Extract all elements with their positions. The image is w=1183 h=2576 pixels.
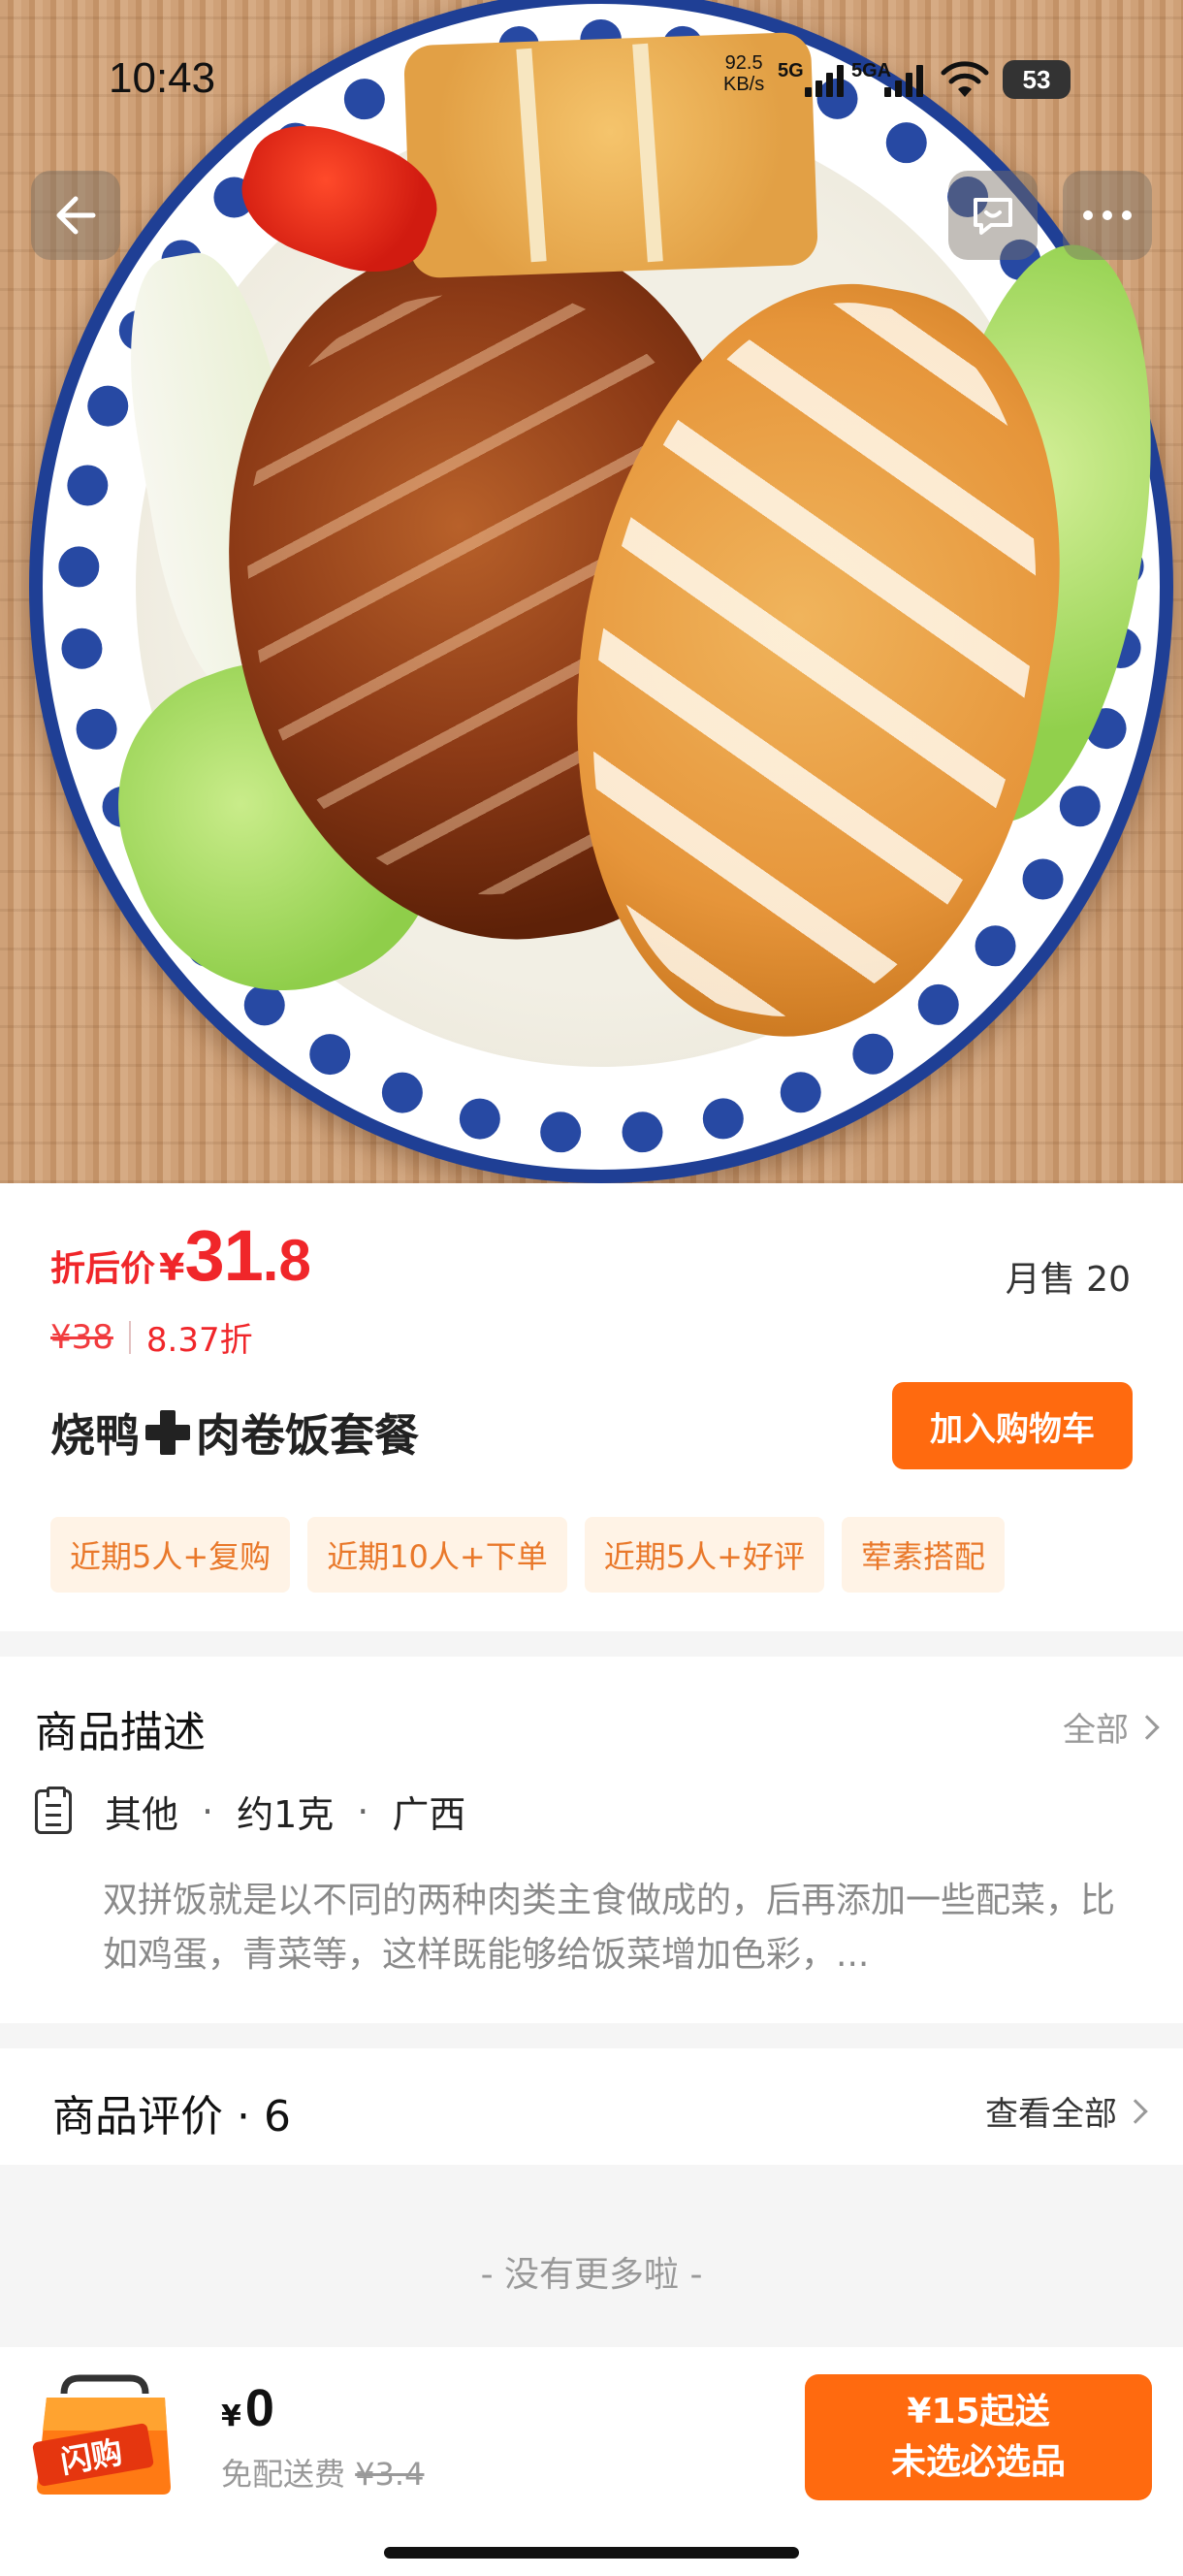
delivery-old-fee: ¥3.4 <box>355 2456 425 2493</box>
sim1-label: 5G <box>778 60 804 81</box>
description-all-link[interactable]: 全部 <box>1063 1703 1160 1751</box>
status-bar: 10:43 92.5 KB/s 5G 5GA 53 <box>0 0 1183 165</box>
back-button[interactable] <box>31 171 120 260</box>
spec-dot: · <box>357 1789 369 1833</box>
title-part-1: 烧鸭 <box>50 1409 140 1462</box>
tag: 近期5人+复购 <box>50 1517 291 1593</box>
description-title: 商品描述 <box>35 1708 206 1757</box>
divider <box>128 1320 131 1354</box>
battery-icon: 53 <box>1003 60 1071 99</box>
spec-origin: 广西 <box>392 1793 466 1836</box>
price-integer: 31 <box>184 1215 263 1296</box>
original-price-row: ¥38 8.37折 <box>50 1313 253 1361</box>
more-button[interactable] <box>1063 171 1152 260</box>
clipboard-icon <box>35 1786 72 1834</box>
reviews-view-all-link[interactable]: 查看全部 <box>985 2087 1148 2135</box>
chevron-right-icon <box>1135 1714 1160 1740</box>
cart-total-value: 0 <box>244 2379 274 2437</box>
signal-icon <box>884 64 923 97</box>
plus-icon <box>142 1406 194 1459</box>
reviews-view-all-label: 查看全部 <box>985 2095 1117 2134</box>
delivery-label: 免配送费 <box>221 2456 346 2493</box>
delivery-fee: 免配送费 ¥3.4 <box>221 2450 424 2495</box>
signal-icon <box>805 64 844 97</box>
tag: 近期5人+好评 <box>584 1517 824 1593</box>
more-dots-icon <box>1083 210 1132 220</box>
home-indicator[interactable] <box>384 2547 799 2559</box>
description-all-label: 全部 <box>1063 1711 1129 1750</box>
checkout-button[interactable]: ¥15起送 未选必选品 <box>805 2374 1152 2500</box>
net-speed-unit: KB/s <box>723 74 765 95</box>
title-part-2: 肉卷饭套餐 <box>196 1409 419 1462</box>
checkout-min-order: ¥15起送 <box>907 2392 1050 2431</box>
service-button[interactable] <box>948 171 1038 260</box>
original-price: ¥38 <box>50 1317 113 1357</box>
price-label: 折后价 <box>50 1249 156 1289</box>
monthly-sales: 月售 20 <box>1005 1260 1131 1300</box>
add-to-cart-button[interactable]: 加入购物车 <box>892 1382 1133 1469</box>
price-decimal: .8 <box>262 1228 311 1293</box>
net-speed-value: 92.5 <box>724 52 763 74</box>
spec-weight: 约1克 <box>237 1793 335 1836</box>
shopping-bag-icon[interactable]: 闪购 <box>25 2372 180 2498</box>
wifi-icon <box>941 61 989 97</box>
back-arrow-icon <box>56 196 96 235</box>
chat-bubble-icon <box>974 198 1012 235</box>
cart-currency: ¥ <box>221 2399 241 2433</box>
spec-category: 其他 <box>105 1793 179 1836</box>
tag-list: 近期5人+复购 近期10人+下单 近期5人+好评 荤素搭配 <box>50 1517 1005 1593</box>
discount-rate: 8.37折 <box>145 1321 253 1360</box>
spec-row: 其他 · 约1克 · 广西 <box>35 1785 465 1838</box>
price-currency: ¥ <box>159 1246 185 1289</box>
tag: 近期10人+下单 <box>307 1517 567 1593</box>
status-time: 10:43 <box>109 54 216 102</box>
no-more-text: - 没有更多啦 - <box>480 2255 703 2295</box>
net-speed: 92.5 KB/s <box>723 52 764 95</box>
checkout-required: 未选必选品 <box>890 2442 1066 2482</box>
reviews-title: 商品评价 · 6 <box>52 2092 291 2141</box>
spec-dot: · <box>202 1789 214 1833</box>
cart-total: ¥ 0 <box>221 2378 274 2438</box>
tag: 荤素搭配 <box>841 1517 1005 1593</box>
discount-price: 折后价 ¥ 31 .8 <box>50 1214 311 1297</box>
description-text: 双拼饭就是以不同的两种肉类主食做成的，后再添加一些配菜，比如鸡蛋，青菜等，这样既… <box>103 1881 1116 1975</box>
chevron-right-icon <box>1123 2098 1148 2124</box>
product-title: 烧鸭 肉卷饭套餐 <box>50 1401 419 1465</box>
